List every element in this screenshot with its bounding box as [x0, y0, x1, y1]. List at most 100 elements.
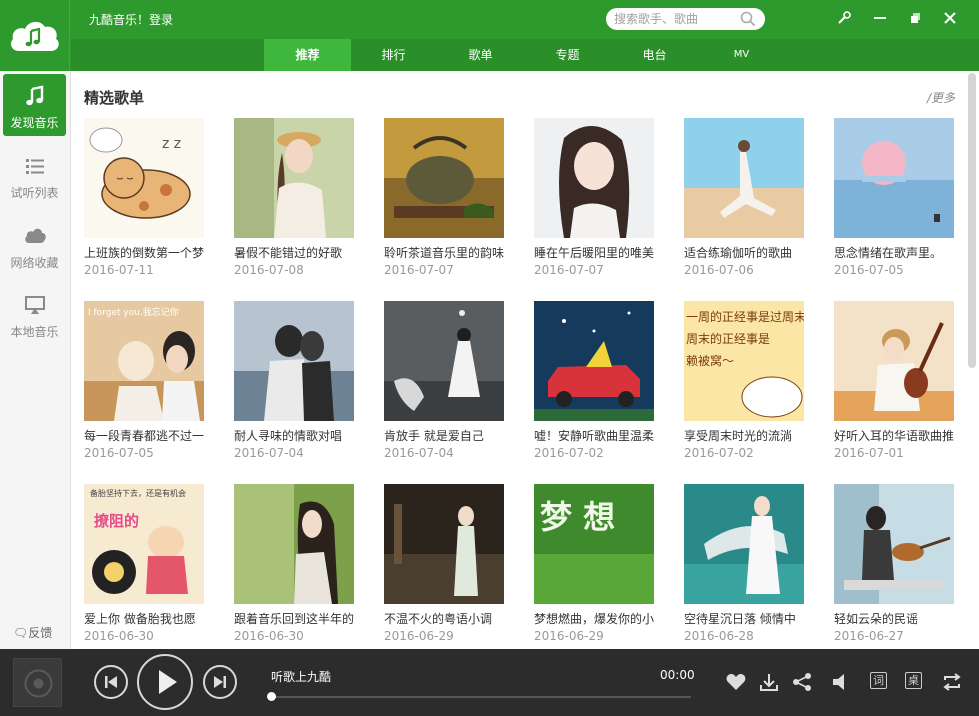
playlist-card[interactable]: 不温不火的粤语小调 2016-06-29 [384, 484, 514, 649]
playlist-card[interactable]: I forget you.我忘记你 每一段青春都逃不过一 2016-07-05 [84, 301, 214, 471]
tab-topics[interactable]: 专题 [535, 39, 600, 71]
sidebar-item-discover[interactable]: 发现音乐 [3, 74, 66, 136]
playlist-cover[interactable] [834, 301, 954, 421]
playlist-cover[interactable] [234, 118, 354, 238]
playlist-cover[interactable] [384, 484, 504, 604]
close-icon[interactable] [940, 8, 960, 28]
progress-knob[interactable] [267, 692, 276, 701]
playlist-cover[interactable]: 备胎坚持下去，还是有机会 撩阻的 [84, 484, 204, 604]
minimize-icon[interactable] [870, 8, 890, 28]
playlist-date: 2016-06-28 [684, 629, 754, 643]
playlist-title[interactable]: 跟着音乐回到这半年的 [234, 610, 358, 627]
playlist-cover[interactable] [234, 484, 354, 604]
tab-mv[interactable]: MV [709, 39, 774, 71]
playlist-card[interactable]: z z 上班族的倒数第一个梦 2016-07-11 [84, 118, 214, 288]
playlist-cover[interactable] [234, 301, 354, 421]
playlist-cover[interactable]: 一周的正经事是过周末 周末的正经事是 赖被窝～ [684, 301, 804, 421]
playlist-title[interactable]: 轻如云朵的民谣 [834, 610, 958, 627]
playlist-card[interactable]: 一周的正经事是过周末 周末的正经事是 赖被窝～ 享受周末时光的流淌 2016-0… [684, 301, 814, 471]
volume-icon[interactable] [830, 671, 852, 693]
playlist-card[interactable]: 空待星沉日落 倾情中 2016-06-28 [684, 484, 814, 649]
tab-ranking[interactable]: 排行 [361, 39, 426, 71]
playlist-title[interactable]: 聆听茶道音乐里的韵味 [384, 244, 508, 261]
heart-icon[interactable] [725, 671, 747, 693]
playlist-cover[interactable]: 梦 想 [534, 484, 654, 604]
more-link[interactable]: /更多 [927, 89, 955, 106]
playlist-title[interactable]: 梦想燃曲，爆发你的小 [534, 610, 658, 627]
previous-button[interactable] [94, 665, 128, 699]
progress-bar[interactable] [271, 696, 691, 698]
repeat-icon[interactable] [941, 671, 963, 693]
list-icon [26, 159, 44, 174]
sidebar-item-label: 发现音乐 [10, 116, 59, 130]
restore-icon[interactable] [906, 8, 926, 28]
playlist-cover[interactable] [834, 118, 954, 238]
playlist-title[interactable]: 每一段青春都逃不过一 [84, 427, 208, 444]
lyrics-button[interactable]: 词 [870, 672, 887, 689]
scrollbar[interactable] [968, 73, 976, 368]
next-button[interactable] [203, 665, 237, 699]
tab-radio[interactable]: 电台 [622, 39, 687, 71]
playlist-title[interactable]: 爱上你 做备胎我也愿 [84, 610, 208, 627]
playlist-cover[interactable] [384, 118, 504, 238]
playlist-cover[interactable] [384, 301, 504, 421]
search-input[interactable] [614, 11, 738, 27]
playlist-title[interactable]: 思念情绪在歌声里。 [834, 244, 958, 261]
cover-caption: 周末的正经事是 [686, 331, 770, 346]
playlist-card[interactable]: 轻如云朵的民谣 2016-06-27 [834, 484, 964, 649]
main-content: 精选歌单 /更多 z z 上班族的倒数第一个梦 2016-07-11 暑假不能错… [71, 71, 979, 649]
playlist-date: 2016-07-02 [684, 446, 754, 460]
playlist-card[interactable]: 肯放手 就是爱自己 2016-07-04 [384, 301, 514, 471]
sidebar-item-playlist[interactable]: 试听列表 [3, 144, 66, 206]
feedback-link[interactable]: 🗨反馈 [13, 624, 52, 641]
album-art[interactable] [13, 658, 62, 707]
tab-recommend[interactable]: 推荐 [264, 39, 351, 71]
playlist-card[interactable]: 备胎坚持下去，还是有机会 撩阻的 爱上你 做备胎我也愿 2016-06-30 [84, 484, 214, 649]
playlist-title[interactable]: 不温不火的粤语小调 [384, 610, 508, 627]
playlist-date: 2016-07-11 [84, 263, 154, 277]
playlist-card[interactable]: 嘘！安静听歌曲里温柔 2016-07-02 [534, 301, 664, 471]
playlist-cover[interactable] [684, 484, 804, 604]
playlist-card[interactable]: 思念情绪在歌声里。 2016-07-05 [834, 118, 964, 288]
playlist-cover[interactable] [534, 301, 654, 421]
more-label: 更多 [931, 91, 956, 105]
playlist-title[interactable]: 上班族的倒数第一个梦 [84, 244, 208, 261]
playlist-title[interactable]: 好听入耳的华语歌曲推 [834, 427, 958, 444]
sidebar-item-favorites[interactable]: 网络收藏 [3, 214, 66, 276]
app-title[interactable]: 九酷音乐！登录 [89, 11, 173, 28]
playlist-cover[interactable] [534, 118, 654, 238]
share-icon[interactable] [791, 671, 813, 693]
playlist-card[interactable]: 睡在午后暖阳里的唯美 2016-07-07 [534, 118, 664, 288]
playlist-title[interactable]: 睡在午后暖阳里的唯美 [534, 244, 658, 261]
search-box[interactable] [606, 8, 765, 30]
tab-playlists[interactable]: 歌单 [448, 39, 513, 71]
playlist-title[interactable]: 嘘！安静听歌曲里温柔 [534, 427, 658, 444]
playlist-card[interactable]: 梦 想 梦想燃曲，爆发你的小 2016-06-29 [534, 484, 664, 649]
monitor-icon [25, 296, 45, 314]
playlist-title[interactable]: 适合练瑜伽听的歌曲 [684, 244, 808, 261]
playlist-card[interactable]: 聆听茶道音乐里的韵味 2016-07-07 [384, 118, 514, 288]
cover-caption: 赖被窝～ [686, 353, 734, 368]
playlist-title[interactable]: 耐人寻味的情歌对唱 [234, 427, 358, 444]
cover-caption: 撩阻的 [94, 512, 139, 530]
playlist-card[interactable]: 暑假不能错过的好歌 2016-07-08 [234, 118, 364, 288]
playlist-cover[interactable]: z z [84, 118, 204, 238]
playlist-card[interactable]: 耐人寻味的情歌对唱 2016-07-04 [234, 301, 364, 471]
playlist-title[interactable]: 空待星沉日落 倾情中 [684, 610, 808, 627]
playlist-cover[interactable]: I forget you.我忘记你 [84, 301, 204, 421]
playlist-cover[interactable] [684, 118, 804, 238]
section-title: 精选歌单 [84, 89, 145, 107]
playlist-title[interactable]: 肯放手 就是爱自己 [384, 427, 508, 444]
playlist-card[interactable]: 跟着音乐回到这半年的 2016-06-30 [234, 484, 364, 649]
search-icon[interactable] [739, 10, 757, 28]
playlist-card[interactable]: 好听入耳的华语歌曲推 2016-07-01 [834, 301, 964, 471]
playlist-title[interactable]: 暑假不能错过的好歌 [234, 244, 358, 261]
playlist-card[interactable]: 适合练瑜伽听的歌曲 2016-07-06 [684, 118, 814, 288]
play-button[interactable] [137, 654, 193, 710]
sidebar-item-local[interactable]: 本地音乐 [3, 283, 66, 345]
playlist-cover[interactable] [834, 484, 954, 604]
settings-icon[interactable] [834, 8, 854, 28]
desktop-lyrics-button[interactable]: 桌 [905, 672, 922, 689]
playlist-title[interactable]: 享受周末时光的流淌 [684, 427, 808, 444]
download-icon[interactable] [758, 671, 780, 693]
